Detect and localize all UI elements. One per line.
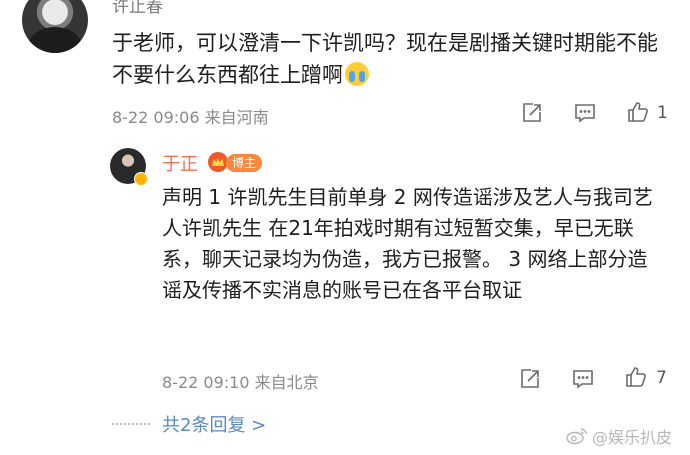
reply-username[interactable]: 于正 [162, 150, 198, 176]
comment-time: 8-22 09:06 [112, 108, 200, 127]
reply-like-count: 7 [656, 368, 667, 388]
reply-comment-button[interactable] [571, 367, 595, 395]
crying-face-icon [345, 62, 369, 86]
reply-text: 声明 1 许凯先生目前单身 2 网传造谣涉及艺人与我司艺人许凯先生 在21年拍戏… [162, 185, 653, 302]
comment-location: 来自河南 [204, 108, 269, 127]
share-icon [521, 369, 539, 388]
reply-meta: 8-22 09:10 来自北京 [162, 369, 319, 393]
watermark: @娱乐扒皮 [566, 424, 672, 448]
share-button[interactable] [520, 101, 544, 129]
more-replies-link[interactable]: 共2条回复 > [162, 411, 266, 437]
thumbs-up-icon [626, 367, 646, 387]
comment-text: 于老师，可以澄清一下许凯吗？现在是剧播关键时期能不能不要什么东西都往上蹭啊 [112, 27, 672, 91]
reply-like-button[interactable] [624, 365, 648, 393]
thumbs-up-icon [628, 102, 648, 122]
reply-share-button[interactable] [518, 367, 542, 395]
crown-icon [208, 152, 228, 172]
verified-badge-icon [134, 172, 148, 186]
reply-time: 8-22 09:10 [162, 373, 250, 392]
comment-button[interactable] [573, 101, 597, 129]
blogger-badge: 博主 [226, 154, 263, 172]
comment-meta: 8-22 09:06 来自河南 [112, 104, 269, 128]
comment-username[interactable]: 许止春 [112, 0, 163, 17]
like-count: 1 [657, 103, 668, 123]
watermark-text: @娱乐扒皮 [592, 428, 673, 447]
divider [112, 423, 150, 425]
like-button[interactable] [626, 100, 650, 128]
comment-body: 于老师，可以澄清一下许凯吗？现在是剧播关键时期能不能不要什么东西都往上蹭啊 [112, 31, 658, 87]
weibo-logo-icon [566, 428, 587, 445]
share-icon [523, 103, 541, 122]
comment-icon [575, 104, 595, 123]
avatar[interactable] [22, 0, 88, 53]
reply-location: 来自北京 [254, 373, 319, 392]
comment-icon [573, 370, 593, 389]
